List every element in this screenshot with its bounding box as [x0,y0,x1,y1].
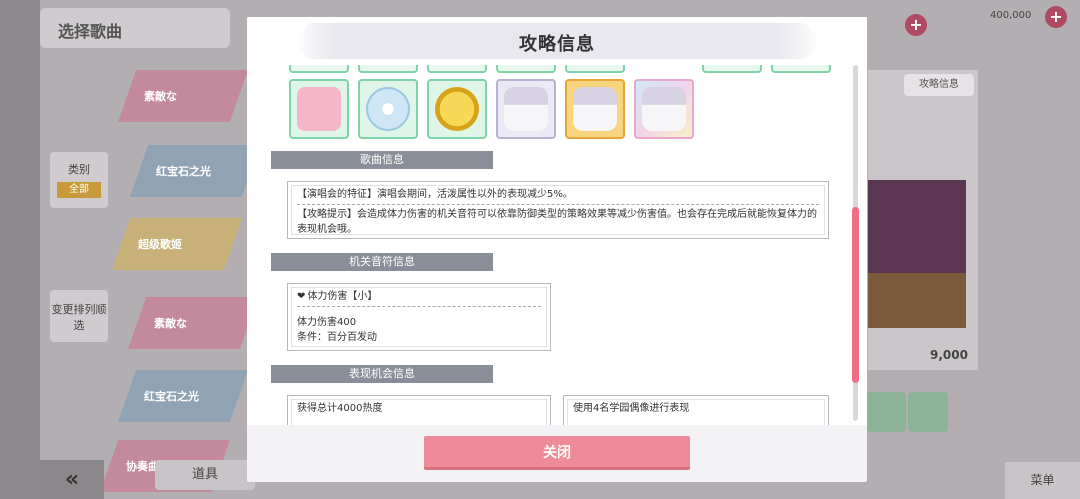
chance-2-text: 使用4名学园偶像进行表现 [573,403,690,414]
song-item[interactable]: 超级歌姬 [112,218,242,270]
song-feature-text: 【演唱会的特征】演唱会期间，活泼属性以外的表现减少5%。 [297,189,573,200]
reward-item [496,65,556,73]
add-coins-icon[interactable]: + [1045,6,1067,28]
cake-item[interactable] [565,79,625,139]
reward-item [427,65,487,73]
gimmick-note-box: ❤ 体力伤害【小】 体力伤害400 条件：百分百发动 [287,283,551,351]
cake-icon [573,87,617,131]
strategy-tip-text: 【攻略提示】会造成体力伤害的机关音符可以依靠防御类型的策略效果等减少伤害值。也会… [297,209,817,235]
performance-chance-box: 使用4名学园偶像进行表现 [563,395,829,425]
song-select-header: 选择歌曲 [40,8,230,48]
strategy-info-dialog: 攻略信息 歌曲信息 【演唱会的特征】演唱会期间，活泼属性以外的表现减少5%。 【… [247,17,867,482]
reward-item [702,65,762,73]
cake-item[interactable] [496,79,556,139]
dialog-title: 攻略信息 [519,34,595,55]
score-value: 9,000 [930,348,968,362]
scrollbar-thumb[interactable] [852,207,859,383]
add-currency-icon[interactable]: + [905,14,927,36]
reward-item [771,65,831,73]
gimmick-note-info-label: 机关音符信息 [271,253,493,271]
song-info-label: 歌曲信息 [271,151,493,169]
item-slot[interactable] [908,392,948,432]
idol-card-icon [297,87,341,131]
cake-set-item[interactable] [634,79,694,139]
close-button[interactable]: 关闭 [424,436,690,470]
music-disc-item[interactable] [358,79,418,139]
double-chevron-left-icon: « [64,467,80,492]
gold-coin-item[interactable] [427,79,487,139]
heart-damage-icon: ❤ [297,291,306,302]
gold-coin-icon [435,87,479,131]
gimmick-name: 体力伤害【小】 [307,291,378,302]
performance-chance-box: 获得总计4000热度 [287,395,551,425]
cake-icon [504,87,548,131]
dialog-header: 攻略信息 [247,17,867,65]
song-item[interactable]: 红宝石之光 [118,370,248,422]
dialog-scroll-content[interactable]: 歌曲信息 【演唱会的特征】演唱会期间，活泼属性以外的表现减少5%。 【攻略提示】… [247,65,867,425]
coin-count: 400,000 [990,10,1032,21]
song-select-title: 选择歌曲 [58,22,123,41]
menu-button[interactable]: 菜单 [1005,462,1080,499]
performance-chance-info-label: 表现机会信息 [271,365,493,383]
idol-card-item[interactable] [289,79,349,139]
music-note-disc-icon [366,87,410,131]
left-edge-stripe [0,0,40,499]
reward-item [358,65,418,73]
chance-1-text: 获得总计4000热度 [297,403,383,414]
cake-set-icon [642,87,686,131]
stage-preview-image [868,180,966,328]
song-item[interactable]: 素敵な [128,297,258,349]
reward-item [565,65,625,73]
sort-order-button[interactable]: 变更排列顺选 [50,290,108,342]
item-button[interactable]: 道具 [155,460,255,490]
strategy-info-button[interactable]: 攻略信息 [904,74,974,96]
gimmick-condition: 条件：百分百发动 [297,332,377,343]
reward-item [289,65,349,73]
song-info-box: 【演唱会的特征】演唱会期间，活泼属性以外的表现减少5%。 【攻略提示】会造成体力… [287,181,829,239]
gimmick-damage: 体力伤害400 [297,317,357,328]
category-filter-button[interactable]: 类别 全部 [50,152,108,208]
song-item[interactable]: 素敵な [118,70,248,122]
back-button[interactable]: « [40,460,104,499]
item-slot[interactable] [866,392,906,432]
song-item[interactable]: 红宝石之光 [130,145,260,197]
